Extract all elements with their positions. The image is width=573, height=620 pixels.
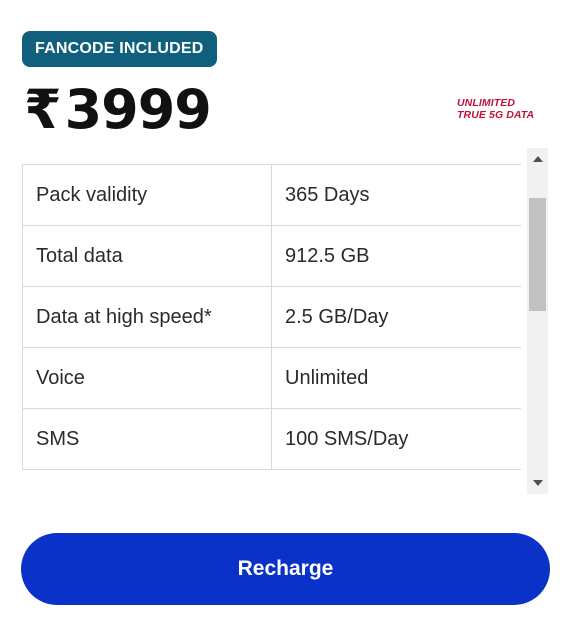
table-row: Pack validity 365 Days bbox=[22, 164, 521, 226]
scroll-up-button[interactable] bbox=[527, 150, 548, 168]
detail-label: Pack validity bbox=[22, 164, 272, 226]
table-row: Total data 912.5 GB bbox=[22, 225, 521, 287]
table-row: Data at high speed* 2.5 GB/Day bbox=[22, 286, 521, 348]
price-amount: 3999 bbox=[64, 78, 212, 141]
detail-label: Total data bbox=[22, 225, 272, 287]
plan-price: ₹3999 bbox=[24, 78, 212, 142]
detail-value: 365 Days bbox=[271, 164, 521, 226]
detail-label: Data at high speed* bbox=[22, 286, 272, 348]
detail-label: Voice bbox=[22, 347, 272, 409]
plan-details-table: Pack validity 365 Days Total data 912.5 … bbox=[22, 164, 521, 470]
detail-value: 2.5 GB/Day bbox=[271, 286, 521, 348]
rupee-symbol: ₹ bbox=[24, 78, 62, 141]
triangle-down-icon bbox=[532, 480, 543, 486]
scrollbar-thumb[interactable] bbox=[529, 198, 546, 311]
table-row: Voice Unlimited bbox=[22, 347, 521, 409]
triangle-up-icon bbox=[532, 156, 543, 162]
detail-value: 912.5 GB bbox=[271, 225, 521, 287]
scroll-down-button[interactable] bbox=[527, 474, 548, 492]
detail-value: 100 SMS/Day bbox=[271, 408, 521, 470]
detail-value: Unlimited bbox=[271, 347, 521, 409]
true-5g-tag: UNLIMITED TRUE 5G DATA bbox=[457, 97, 561, 121]
fancode-badge: FANCODE INCLUDED bbox=[22, 31, 217, 67]
true-5g-tag-line2: TRUE 5G DATA bbox=[457, 109, 535, 121]
detail-label: SMS bbox=[22, 408, 272, 470]
details-scrollbar[interactable] bbox=[527, 148, 548, 494]
recharge-button[interactable]: Recharge bbox=[21, 533, 550, 605]
plan-card: FANCODE INCLUDED ₹3999 UNLIMITED TRUE 5G… bbox=[0, 0, 573, 620]
true-5g-tag-line1: UNLIMITED bbox=[457, 97, 516, 109]
table-row: SMS 100 SMS/Day bbox=[22, 408, 521, 470]
plan-details-scroll-area[interactable]: Pack validity 365 Days Total data 912.5 … bbox=[22, 164, 521, 476]
